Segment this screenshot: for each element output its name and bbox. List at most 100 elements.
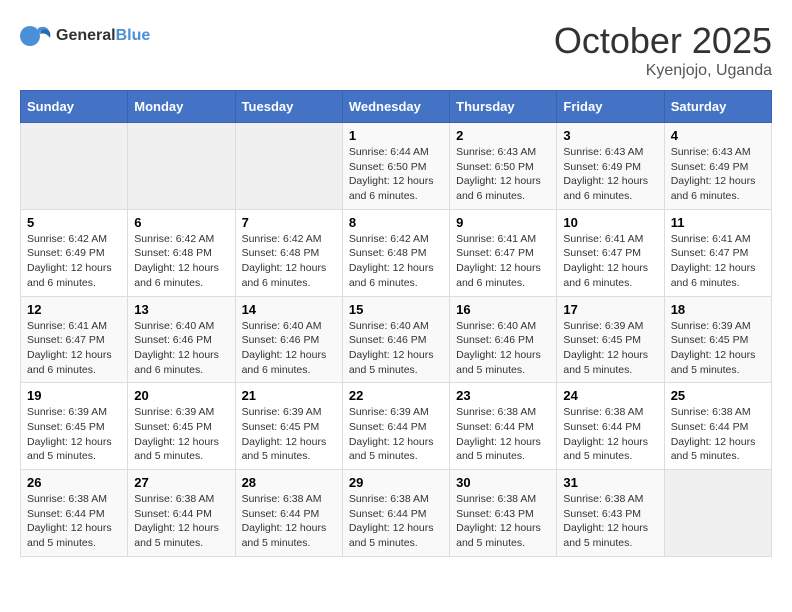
day-info: Sunrise: 6:40 AM Sunset: 6:46 PM Dayligh… [242,319,336,378]
day-info: Sunrise: 6:43 AM Sunset: 6:50 PM Dayligh… [456,145,550,204]
weekday-header-sunday: Sunday [21,91,128,123]
calendar-cell: 22 Sunrise: 6:39 AM Sunset: 6:44 PM Dayli… [342,383,449,470]
calendar-cell: 7 Sunrise: 6:42 AM Sunset: 6:48 PM Daylig… [235,209,342,296]
calendar-cell [235,123,342,210]
day-info: Sunrise: 6:41 AM Sunset: 6:47 PM Dayligh… [456,232,550,291]
day-number: 2 [456,128,550,143]
title-section: October 2025 Kyenjojo, Uganda [554,20,772,80]
day-info: Sunrise: 6:38 AM Sunset: 6:44 PM Dayligh… [27,492,121,551]
day-number: 29 [349,475,443,490]
day-info: Sunrise: 6:39 AM Sunset: 6:45 PM Dayligh… [563,319,657,378]
day-info: Sunrise: 6:38 AM Sunset: 6:44 PM Dayligh… [671,405,765,464]
day-number: 3 [563,128,657,143]
day-info: Sunrise: 6:43 AM Sunset: 6:49 PM Dayligh… [671,145,765,204]
day-info: Sunrise: 6:38 AM Sunset: 6:44 PM Dayligh… [134,492,228,551]
calendar-cell: 31Sunrise: 6:38 AM Sunset: 6:43 PM Dayli… [557,470,664,557]
day-number: 7 [242,215,336,230]
day-number: 17 [563,302,657,317]
day-number: 21 [242,388,336,403]
calendar-cell: 9Sunrise: 6:41 AM Sunset: 6:47 PM Daylig… [450,209,557,296]
calendar-cell: 28Sunrise: 6:38 AM Sunset: 6:44 PM Dayli… [235,470,342,557]
day-info: Sunrise: 6:42 AM Sunset: 6:48 PM Dayligh… [349,232,443,291]
day-number: 12 [27,302,121,317]
day-info: Sunrise: 6:38 AM Sunset: 6:44 PM Dayligh… [456,405,550,464]
day-number: 22 [349,388,443,403]
calendar-cell: 29 Sunrise: 6:38 AM Sunset: 6:44 PM Dayli… [342,470,449,557]
day-number: 27 [134,475,228,490]
calendar-cell: 5Sunrise: 6:42 AM Sunset: 6:49 PM Daylig… [21,209,128,296]
calendar-week-row: 1Sunrise: 6:44 AM Sunset: 6:50 PM Daylig… [21,123,772,210]
calendar-cell: 3 Sunrise: 6:43 AM Sunset: 6:49 PM Daylig… [557,123,664,210]
weekday-header-wednesday: Wednesday [342,91,449,123]
day-info: Sunrise: 6:41 AM Sunset: 6:47 PM Dayligh… [671,232,765,291]
day-number: 20 [134,388,228,403]
day-info: Sunrise: 6:41 AM Sunset: 6:47 PM Dayligh… [563,232,657,291]
day-info: Sunrise: 6:39 AM Sunset: 6:44 PM Dayligh… [349,405,443,464]
calendar-cell: 14 Sunrise: 6:40 AM Sunset: 6:46 PM Dayli… [235,296,342,383]
day-info: Sunrise: 6:42 AM Sunset: 6:48 PM Dayligh… [134,232,228,291]
calendar-cell: 23 Sunrise: 6:38 AM Sunset: 6:44 PM Dayli… [450,383,557,470]
calendar-cell: 25 Sunrise: 6:38 AM Sunset: 6:44 PM Dayli… [664,383,771,470]
logo-general: General [56,27,116,44]
weekday-header-row: SundayMondayTuesdayWednesdayThursdayFrid… [21,91,772,123]
day-number: 14 [242,302,336,317]
weekday-header-monday: Monday [128,91,235,123]
calendar-cell [21,123,128,210]
calendar-cell [128,123,235,210]
calendar-cell: 12 Sunrise: 6:41 AM Sunset: 6:47 PM Dayli… [21,296,128,383]
calendar-cell: 26 Sunrise: 6:38 AM Sunset: 6:44 PM Dayli… [21,470,128,557]
day-number: 25 [671,388,765,403]
day-number: 8 [349,215,443,230]
day-number: 30 [456,475,550,490]
day-info: Sunrise: 6:40 AM Sunset: 6:46 PM Dayligh… [349,319,443,378]
calendar-cell: 27 Sunrise: 6:38 AM Sunset: 6:44 PM Dayli… [128,470,235,557]
calendar-week-row: 12 Sunrise: 6:41 AM Sunset: 6:47 PM Dayli… [21,296,772,383]
calendar-cell: 4 Sunrise: 6:43 AM Sunset: 6:49 PM Daylig… [664,123,771,210]
calendar-cell: 1Sunrise: 6:44 AM Sunset: 6:50 PM Daylig… [342,123,449,210]
calendar-cell: 20 Sunrise: 6:39 AM Sunset: 6:45 PM Dayli… [128,383,235,470]
day-number: 10 [563,215,657,230]
calendar-cell: 8 Sunrise: 6:42 AM Sunset: 6:48 PM Daylig… [342,209,449,296]
day-info: Sunrise: 6:41 AM Sunset: 6:47 PM Dayligh… [27,319,121,378]
weekday-header-saturday: Saturday [664,91,771,123]
day-info: Sunrise: 6:38 AM Sunset: 6:44 PM Dayligh… [242,492,336,551]
day-number: 11 [671,215,765,230]
day-number: 13 [134,302,228,317]
calendar-cell: 2 Sunrise: 6:43 AM Sunset: 6:50 PM Daylig… [450,123,557,210]
day-info: Sunrise: 6:40 AM Sunset: 6:46 PM Dayligh… [134,319,228,378]
day-number: 24 [563,388,657,403]
calendar-cell [664,470,771,557]
day-info: Sunrise: 6:39 AM Sunset: 6:45 PM Dayligh… [242,405,336,464]
day-number: 23 [456,388,550,403]
day-number: 16 [456,302,550,317]
calendar-cell: 18Sunrise: 6:39 AM Sunset: 6:45 PM Dayli… [664,296,771,383]
day-number: 15 [349,302,443,317]
day-info: Sunrise: 6:38 AM Sunset: 6:43 PM Dayligh… [563,492,657,551]
calendar-cell: 16 Sunrise: 6:40 AM Sunset: 6:46 PM Dayli… [450,296,557,383]
day-info: Sunrise: 6:38 AM Sunset: 6:44 PM Dayligh… [563,405,657,464]
logo-icon [20,20,52,52]
logo-blue: Blue [116,27,151,44]
day-number: 5 [27,215,121,230]
day-number: 4 [671,128,765,143]
weekday-header-tuesday: Tuesday [235,91,342,123]
day-number: 19 [27,388,121,403]
calendar-week-row: 26 Sunrise: 6:38 AM Sunset: 6:44 PM Dayli… [21,470,772,557]
logo: GeneralBlue [20,20,150,52]
day-info: Sunrise: 6:42 AM Sunset: 6:48 PM Dayligh… [242,232,336,291]
day-info: Sunrise: 6:38 AM Sunset: 6:44 PM Dayligh… [349,492,443,551]
calendar-week-row: 5Sunrise: 6:42 AM Sunset: 6:49 PM Daylig… [21,209,772,296]
calendar-cell: 19Sunrise: 6:39 AM Sunset: 6:45 PM Dayli… [21,383,128,470]
day-info: Sunrise: 6:44 AM Sunset: 6:50 PM Dayligh… [349,145,443,204]
day-info: Sunrise: 6:39 AM Sunset: 6:45 PM Dayligh… [134,405,228,464]
calendar-cell: 24 Sunrise: 6:38 AM Sunset: 6:44 PM Dayli… [557,383,664,470]
calendar-cell: 30Sunrise: 6:38 AM Sunset: 6:43 PM Dayli… [450,470,557,557]
calendar-cell: 21 Sunrise: 6:39 AM Sunset: 6:45 PM Dayli… [235,383,342,470]
calendar-cell: 15 Sunrise: 6:40 AM Sunset: 6:46 PM Dayli… [342,296,449,383]
day-info: Sunrise: 6:40 AM Sunset: 6:46 PM Dayligh… [456,319,550,378]
weekday-header-friday: Friday [557,91,664,123]
calendar-cell: 11 Sunrise: 6:41 AM Sunset: 6:47 PM Dayli… [664,209,771,296]
day-number: 26 [27,475,121,490]
day-number: 18 [671,302,765,317]
day-info: Sunrise: 6:43 AM Sunset: 6:49 PM Dayligh… [563,145,657,204]
